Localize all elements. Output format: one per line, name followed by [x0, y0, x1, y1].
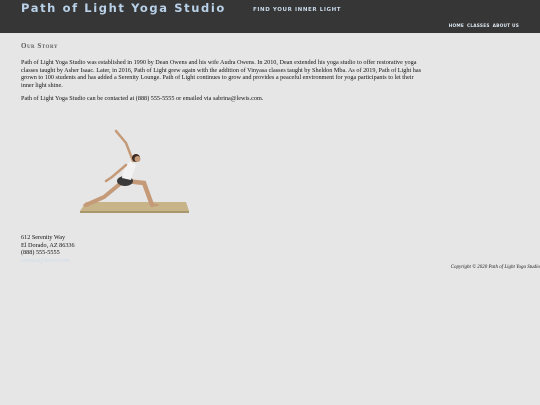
contact-address: 612 Serenity Way El Dorado, AZ 86336 (88… — [21, 234, 75, 264]
yoga-pose-image — [80, 129, 189, 213]
copyright-text: Copyright © 2020 Path of Light Yoga Stud… — [450, 265, 540, 270]
address-city: El Dorado, AZ 86336 — [21, 241, 75, 249]
address-street: 612 Serenity Way — [21, 234, 66, 241]
nav-home-link[interactable]: HOME — [449, 24, 464, 29]
nav-classes-link[interactable]: CLASSES — [467, 24, 490, 29]
main-content: Our Story Path of Light Yoga Studio was … — [21, 42, 426, 109]
site-tagline: FIND YOUR INNER LIGHT — [253, 7, 342, 13]
site-header: Path of Light Yoga Studio FIND YOUR INNE… — [0, 0, 540, 33]
main-nav: HOME CLASSES ABOUT US — [449, 24, 519, 29]
email-link[interactable]: sabrina@lewis.com — [21, 257, 70, 264]
contact-paragraph: Path of Light Yoga Studio can be contact… — [21, 95, 264, 103]
address-phone: (888) 555-5555 — [21, 249, 60, 257]
section-title: Our Story — [21, 42, 58, 50]
story-paragraph: Path of Light Yoga Studio was establishe… — [21, 59, 422, 89]
site-title[interactable]: Path of Light Yoga Studio — [21, 1, 226, 15]
nav-about-link[interactable]: ABOUT US — [493, 24, 519, 29]
